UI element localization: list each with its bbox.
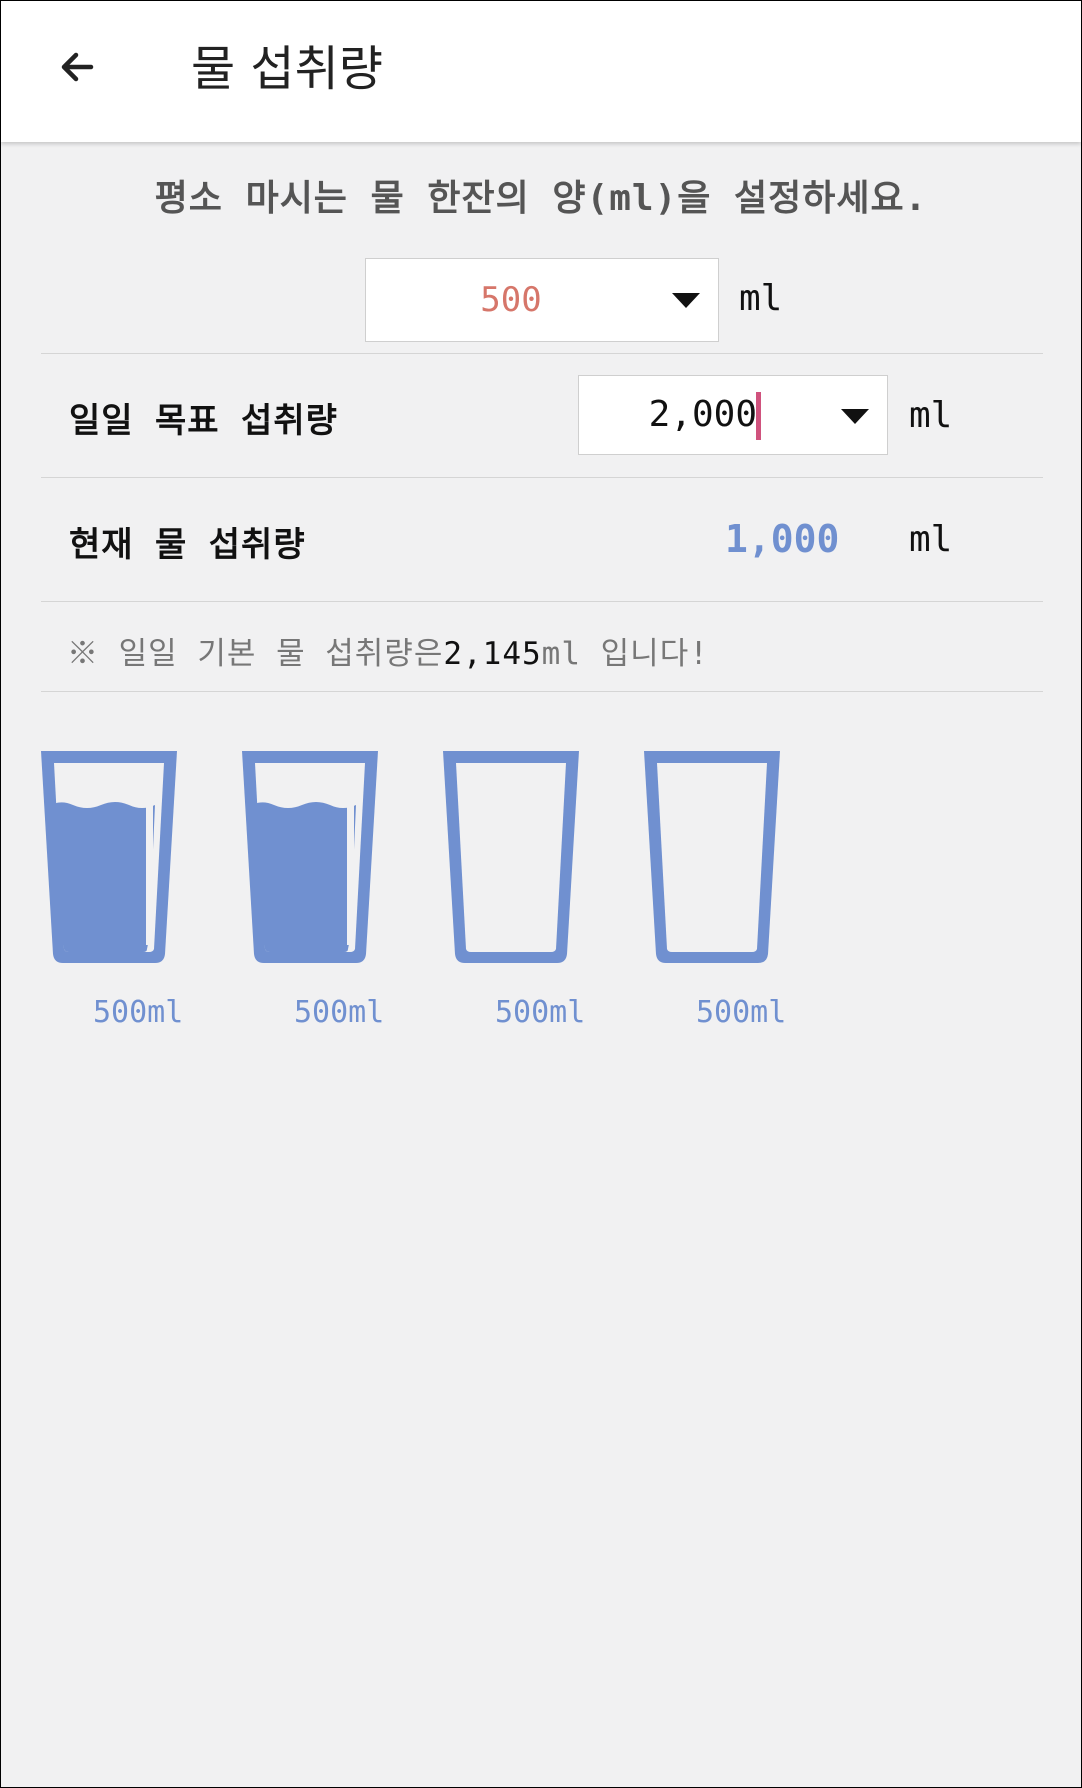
page-title: 물 섭취량 [191, 41, 383, 97]
default-intake-note: ※ 일일 기본 물 섭취량은2,145ml 입니다! [67, 628, 709, 673]
glass-size-value: 500 [480, 280, 542, 320]
glass-size-unit: ml [739, 278, 783, 319]
current-intake-value: 1,000 [725, 517, 840, 561]
chevron-down-icon[interactable] [672, 293, 700, 308]
daily-goal-unit: ml [909, 395, 953, 436]
water-glass-empty-icon [644, 751, 780, 963]
note-number: 2,145 [443, 636, 542, 672]
text-cursor [756, 392, 761, 440]
screen: 물 섭취량 평소 마시는 물 한잔의 양(ml)을 설정하세요. 500 ml … [0, 0, 1082, 1788]
glass-list: 500ml 500ml 500ml 500ml [39, 749, 849, 1049]
divider [41, 691, 1043, 692]
arrow-left-icon [61, 52, 94, 82]
divider [41, 601, 1043, 602]
water-glass-full-icon [41, 751, 177, 963]
app-bar: 물 섭취량 [1, 1, 1081, 142]
note-suffix: ml 입니다! [541, 636, 709, 672]
glass-item[interactable]: 500ml [642, 749, 786, 1049]
glass-size-instruction: 평소 마시는 물 한잔의 양(ml)을 설정하세요. [154, 178, 928, 219]
daily-goal-value: 2,000 [648, 394, 757, 435]
back-button[interactable] [41, 31, 113, 103]
daily-goal-label: 일일 목표 섭취량 [69, 401, 338, 441]
glass-size-select[interactable]: 500 [365, 258, 719, 342]
divider [41, 353, 1043, 354]
glass-item[interactable]: 500ml [441, 749, 585, 1049]
glass-item[interactable]: 500ml [39, 749, 183, 1049]
glass-item[interactable]: 500ml [240, 749, 384, 1049]
chevron-down-icon[interactable] [841, 409, 869, 424]
water-glass-empty-icon [443, 751, 579, 963]
divider [41, 477, 1043, 478]
water-glass-full-icon [242, 751, 378, 963]
note-prefix: ※ 일일 기본 물 섭취량은 [67, 636, 444, 672]
current-intake-label: 현재 물 섭취량 [69, 525, 306, 565]
glass-label: 500ml [696, 995, 787, 1030]
current-intake-unit: ml [909, 519, 953, 560]
